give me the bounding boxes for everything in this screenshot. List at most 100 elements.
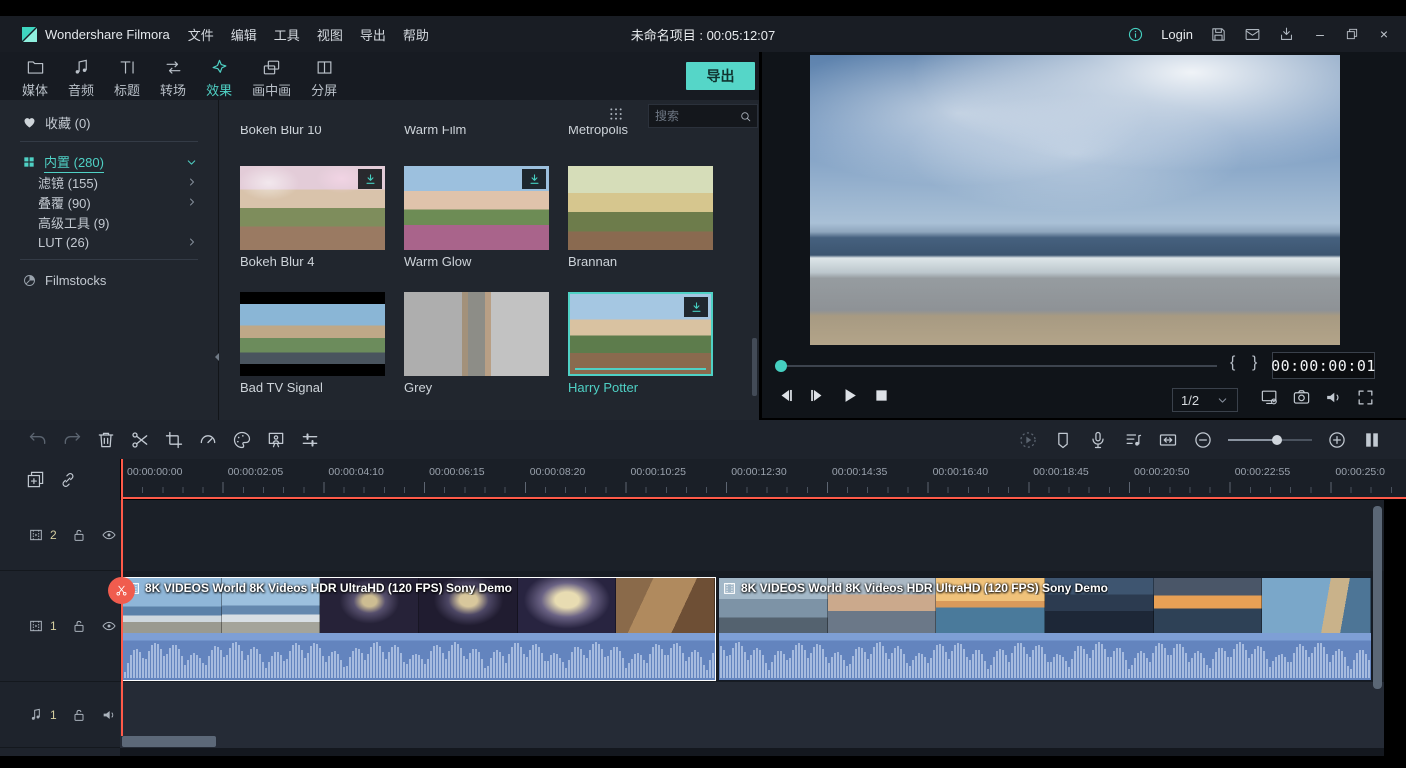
chevron-down-icon[interactable] [185, 156, 198, 169]
eye-icon[interactable] [101, 527, 117, 543]
effects-scrollbar[interactable] [752, 338, 757, 396]
effect-card[interactable]: Warm Glow [404, 166, 549, 272]
tab-label: 效果 [206, 80, 232, 99]
sidebar-category-1[interactable]: 叠覆 (90) [38, 192, 198, 212]
undo-icon[interactable] [28, 430, 48, 450]
play-button[interactable] [840, 386, 859, 405]
tab-4[interactable]: 效果 [204, 56, 234, 100]
track-lane-video2[interactable] [120, 500, 1384, 571]
sidebar-category-3[interactable]: LUT (26) [38, 232, 198, 252]
menu-item-5[interactable]: 帮助 [403, 25, 429, 44]
tab-0[interactable]: 媒体 [20, 56, 50, 100]
mark-out-button[interactable]: } [1252, 354, 1257, 372]
lock-icon[interactable] [71, 618, 87, 634]
download-badge [522, 169, 546, 189]
sidebar-item-builtin[interactable]: 内置 (280) [22, 152, 198, 172]
render-preview-icon[interactable] [1018, 430, 1038, 450]
lock-icon[interactable] [71, 707, 87, 723]
adjust-sliders-icon[interactable] [300, 430, 320, 450]
timeline-ruler[interactable]: 00:00:00:0000:00:02:0500:00:04:1000:00:0… [122, 459, 1406, 497]
link-clips-icon[interactable] [59, 471, 77, 489]
track-header-filler [0, 748, 120, 756]
sidebar-item-favorites[interactable]: 收藏 (0) [22, 112, 91, 132]
download-icon[interactable] [690, 301, 703, 314]
effect-card[interactable]: Bokeh Blur 4 [240, 166, 385, 272]
search-icon[interactable] [739, 110, 752, 123]
track-header-video1[interactable]: 1 [0, 571, 120, 682]
effect-card[interactable]: Grey [404, 292, 549, 398]
timeline-clip[interactable]: 8K VIDEOS World 8K Videos HDR UltraHD (1… [122, 577, 716, 681]
export-button[interactable]: 导出 [686, 62, 755, 90]
mail-icon[interactable] [1244, 26, 1261, 43]
quick-cut-button[interactable] [108, 577, 135, 604]
close-button[interactable]: × [1376, 26, 1392, 42]
display-settings-icon[interactable] [1260, 388, 1279, 407]
sidebar-item-filmstocks[interactable]: Filmstocks [22, 270, 106, 290]
marker-icon[interactable] [1053, 430, 1073, 450]
download-icon[interactable] [364, 173, 377, 186]
crop-icon[interactable] [164, 430, 184, 450]
sidebar-category-2[interactable]: 高级工具 (9) [38, 212, 198, 232]
track-header-video2[interactable]: 2 [0, 500, 120, 571]
timeline-clip[interactable]: 8K VIDEOS World 8K Videos HDR UltraHD (1… [718, 577, 1372, 681]
dual-panes-icon[interactable] [1362, 430, 1382, 450]
menu-item-4[interactable]: 导出 [360, 25, 386, 44]
stop-button[interactable] [872, 386, 891, 405]
fullscreen-icon[interactable] [1356, 388, 1375, 407]
track-header-audio1[interactable]: 1 [0, 682, 120, 748]
preview-zoom-dropdown[interactable]: 1/2 [1172, 388, 1238, 412]
tab-2[interactable]: 标题 [112, 56, 142, 100]
audio-mixer-icon[interactable] [1123, 430, 1143, 450]
menu-item-0[interactable]: 文件 [188, 25, 214, 44]
search-input[interactable] [649, 109, 739, 123]
save-project-icon[interactable] [1210, 26, 1227, 43]
sidebar-category-0[interactable]: 滤镜 (155) [38, 172, 198, 192]
fit-timeline-icon[interactable] [1158, 430, 1178, 450]
color-correction-icon[interactable] [232, 430, 252, 450]
menu-item-2[interactable]: 工具 [274, 25, 300, 44]
timeline-vertical-scrollbar[interactable] [1373, 506, 1382, 689]
tab-1[interactable]: 音频 [66, 56, 96, 100]
ruler-timecode: 00:00:20:50 [1134, 466, 1189, 478]
menu-item-3[interactable]: 视图 [317, 25, 343, 44]
timeline-horizontal-scrollbar[interactable] [122, 736, 216, 747]
next-frame-button[interactable] [808, 386, 827, 405]
minimize-button[interactable]: – [1312, 26, 1328, 42]
tab-6[interactable]: 分屏 [309, 56, 339, 100]
effect-card[interactable]: Brannan [568, 166, 713, 272]
record-voiceover-icon[interactable] [1088, 430, 1108, 450]
login-button[interactable]: Login [1161, 27, 1193, 42]
info-icon[interactable] [1127, 26, 1144, 43]
preview-seek-handle[interactable] [775, 360, 787, 372]
speaker-icon[interactable] [1324, 388, 1343, 407]
green-screen-icon[interactable] [266, 430, 286, 450]
redo-icon[interactable] [62, 430, 82, 450]
split-scissors-icon[interactable] [130, 430, 150, 450]
snapshot-camera-icon[interactable] [1292, 388, 1311, 407]
tab-3[interactable]: 转场 [158, 56, 188, 100]
download-center-icon[interactable] [1278, 26, 1295, 43]
track-lane-audio1[interactable] [120, 682, 1384, 748]
search-box[interactable] [648, 104, 758, 128]
effect-card[interactable]: Harry Potter [568, 292, 713, 398]
manage-tracks-icon[interactable] [26, 470, 45, 489]
speed-icon[interactable] [198, 430, 218, 450]
delete-icon[interactable] [96, 430, 116, 450]
zoom-out-icon[interactable] [1193, 430, 1213, 450]
grid-view-icon[interactable] [608, 106, 624, 122]
mark-in-button[interactable]: { [1230, 354, 1235, 372]
timeline-zoom-handle[interactable] [1272, 435, 1282, 445]
lock-icon[interactable] [71, 527, 87, 543]
timeline-zoom-slider[interactable] [1228, 439, 1312, 441]
eye-icon[interactable] [101, 618, 117, 634]
previous-frame-button[interactable] [776, 386, 795, 405]
download-icon[interactable] [528, 173, 541, 186]
restore-button[interactable] [1345, 27, 1359, 41]
tab-5[interactable]: 画中画 [250, 56, 293, 100]
preview-seek-bar[interactable] [781, 365, 1217, 367]
speaker-icon[interactable] [101, 707, 117, 723]
zoom-in-icon[interactable] [1327, 430, 1347, 450]
menu-item-1[interactable]: 编辑 [231, 25, 257, 44]
effect-card[interactable]: Bad TV Signal [240, 292, 385, 398]
effect-thumbnail [240, 292, 385, 376]
